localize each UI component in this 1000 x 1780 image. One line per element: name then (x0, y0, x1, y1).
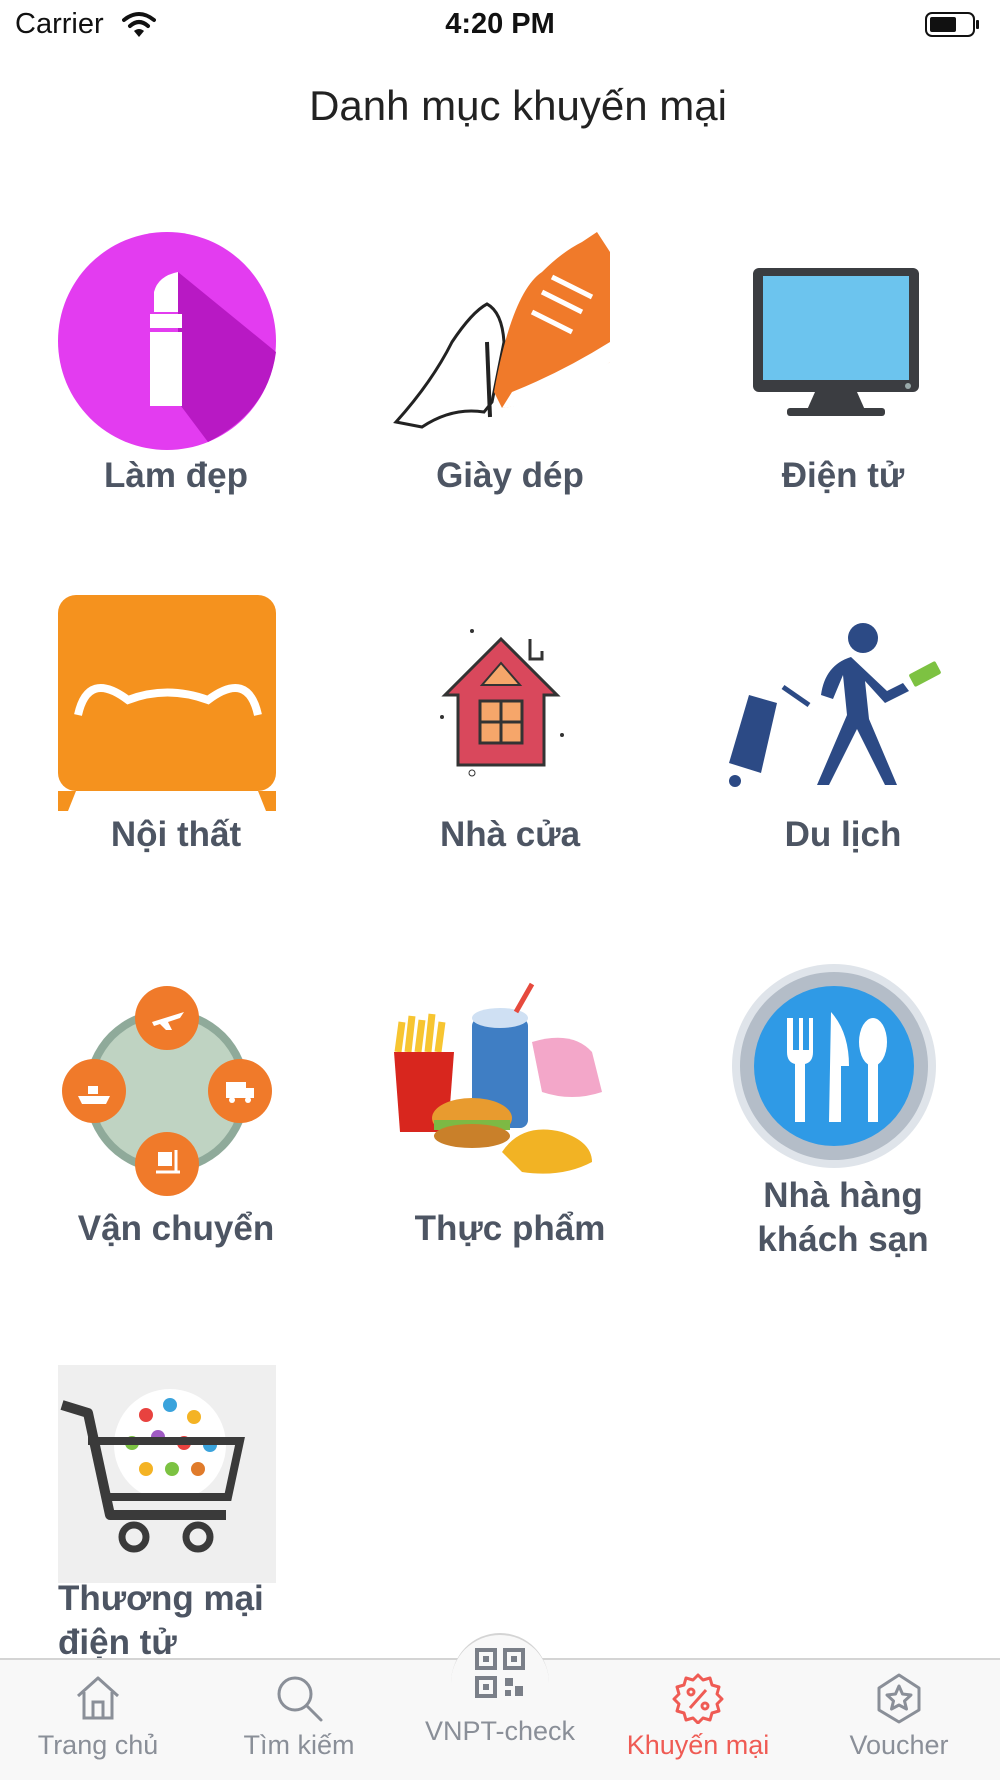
tab-tim-kiem[interactable]: Tìm kiếm (209, 1672, 389, 1761)
category-label: Du lịch (784, 815, 902, 854)
tab-label: Trang chủ (37, 1730, 159, 1760)
fast-food-icon (394, 982, 602, 1174)
page-title: Danh mục khuyến mại (309, 82, 727, 129)
tab-trang-chu[interactable]: Trang chủ (8, 1672, 188, 1761)
category-label: Nhà hàng khách sạn (757, 1176, 929, 1259)
tab-label: Tìm kiếm (243, 1730, 355, 1760)
house-icon (440, 629, 564, 777)
monitor-icon (753, 268, 919, 416)
category-label: Thực phẩm (414, 1209, 606, 1248)
category-label: Nhà cửa (439, 815, 581, 854)
category-label: Vận chuyển (77, 1209, 275, 1248)
tab-khuyen-mai[interactable]: Khuyến mại (608, 1672, 788, 1761)
sofa-icon (58, 595, 276, 811)
tab-label: VNPT-check (424, 1716, 576, 1746)
category-label: Nội thất (110, 815, 242, 854)
tab-voucher[interactable]: Voucher (809, 1672, 989, 1761)
discount-badge-icon (672, 1673, 724, 1724)
home-icon (76, 1676, 120, 1720)
shipping-icon (62, 986, 272, 1196)
category-label: Thương mại điện tử (58, 1579, 264, 1662)
category-label: Giày dép (436, 456, 584, 495)
status-time: 4:20 PM (445, 8, 555, 40)
search-icon (277, 1676, 323, 1722)
category-label: Làm đẹp (104, 456, 248, 495)
category-label: Điện tử (781, 456, 905, 495)
traveler-icon (729, 623, 941, 787)
lipstick-icon (58, 232, 276, 450)
tab-vnpt-check[interactable]: VNPT-check (410, 1632, 590, 1747)
star-badge-icon (877, 1673, 921, 1724)
cutlery-plate-icon (732, 964, 936, 1168)
shoes-icon (393, 232, 610, 429)
tab-label: Khuyến mại (626, 1730, 770, 1760)
qr-code-icon (475, 1648, 525, 1698)
status-bar: Carrier 4:20 PM (0, 0, 1000, 50)
tab-label: Voucher (849, 1730, 949, 1760)
shopping-cart-icon (58, 1365, 276, 1583)
battery-icon (925, 12, 979, 37)
